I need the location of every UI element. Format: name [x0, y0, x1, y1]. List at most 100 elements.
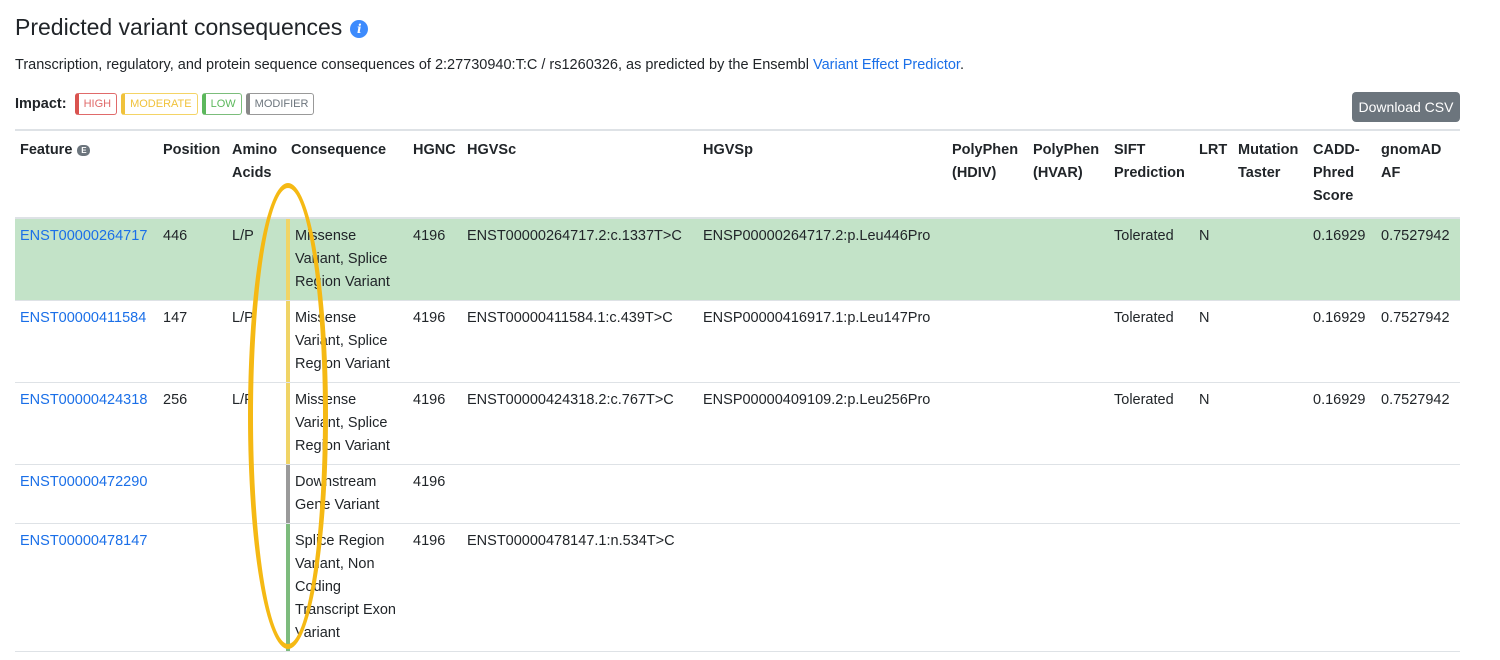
cadd-cell	[1308, 523, 1376, 652]
impact-bar	[286, 383, 290, 464]
description-suffix: .	[959, 57, 964, 73]
hgnc-cell: 4196	[408, 218, 462, 301]
gnomad-af-cell	[1376, 464, 1460, 524]
vep-link[interactable]: Variant Effect Predictor	[813, 57, 960, 73]
polyphen-hdiv-cell	[947, 464, 1028, 524]
consequence-text: Missense Variant, Splice Region Variant	[295, 228, 390, 290]
cadd-cell	[1308, 464, 1376, 524]
hgvsp-cell	[698, 523, 947, 652]
amino-acids-cell: L/P	[227, 300, 286, 383]
consequence-cell: Splice Region Variant, Non Coding Transc…	[286, 523, 408, 652]
ensembl-badge-icon: E	[77, 144, 91, 156]
amino-acids-cell	[227, 464, 286, 524]
cadd-cell: 0.16929	[1308, 382, 1376, 465]
column-header[interactable]: HGNC	[408, 129, 462, 219]
column-header[interactable]: gnomAD AF	[1376, 129, 1460, 219]
feature-link[interactable]: ENST00000472290	[20, 474, 147, 490]
position-cell	[158, 523, 227, 652]
amino-acids-cell	[227, 523, 286, 652]
info-icon[interactable]: i	[350, 20, 369, 38]
mutation-taster-cell	[1233, 464, 1308, 524]
hgnc-cell: 4196	[408, 300, 462, 383]
consequences-table: Feature E Position Amino Acids Consequenc…	[15, 129, 1460, 652]
table-row: ENST00000472290 Downstream Gene Variant 41…	[15, 464, 1460, 524]
table-row: ENST00000424318 256 L/P Missense Variant, S…	[15, 382, 1460, 465]
polyphen-hdiv-cell	[947, 382, 1028, 465]
consequence-cell: Missense Variant, Splice Region Variant	[286, 382, 408, 465]
table-row: ENST00000411584 147 L/P Missense Variant, S…	[15, 300, 1460, 383]
title-row: Predicted variant consequences i	[15, 14, 369, 41]
hgnc-cell: 4196	[408, 382, 462, 465]
column-header[interactable]: LRT	[1194, 129, 1233, 219]
lrt-cell: N	[1194, 300, 1233, 383]
amino-acids-cell: L/P	[227, 382, 286, 465]
amino-acids-cell: L/P	[227, 218, 286, 301]
column-header[interactable]: Position	[158, 129, 227, 219]
consequence-cell: Missense Variant, Splice Region Variant	[286, 218, 408, 301]
lrt-cell	[1194, 523, 1233, 652]
hgvsc-cell: ENST00000424318.2:c.767T>C	[462, 382, 698, 465]
polyphen-hvar-cell	[1028, 464, 1109, 524]
sift-cell	[1109, 464, 1194, 524]
column-header[interactable]: HGVSp	[698, 129, 947, 219]
impact-label: Impact:	[15, 96, 67, 112]
polyphen-hvar-cell	[1028, 218, 1109, 301]
sift-cell: Tolerated	[1109, 300, 1194, 383]
feature-link[interactable]: ENST00000411584	[20, 310, 146, 326]
mutation-taster-cell	[1233, 300, 1308, 383]
column-header[interactable]: Feature E	[15, 129, 158, 219]
feature-link[interactable]: ENST00000424318	[20, 392, 147, 408]
impact-bar	[286, 524, 290, 651]
feature-cell: ENST00000424318	[15, 382, 158, 465]
hgvsp-cell	[698, 464, 947, 524]
mutation-taster-cell	[1233, 218, 1308, 301]
hgvsc-cell: ENST00000264717.2:c.1337T>C	[462, 218, 698, 301]
gnomad-af-cell: 0.7527942	[1376, 300, 1460, 383]
column-header[interactable]: Consequence	[286, 129, 408, 219]
polyphen-hvar-cell	[1028, 382, 1109, 465]
column-header[interactable]: Amino Acids	[227, 129, 286, 219]
hgvsp-cell: ENSP00000409109.2:p.Leu256Pro	[698, 382, 947, 465]
feature-cell: ENST00000264717	[15, 218, 158, 301]
impact-bar	[286, 465, 290, 523]
polyphen-hdiv-cell	[947, 218, 1028, 301]
column-header[interactable]: CADD-Phred Score	[1308, 129, 1376, 219]
gnomad-af-cell: 0.7527942	[1376, 218, 1460, 301]
table-row: ENST00000264717 446 L/P Missense Variant, S…	[15, 218, 1460, 301]
feature-cell: ENST00000411584	[15, 300, 158, 383]
column-header[interactable]: Mutation Taster	[1233, 129, 1308, 219]
impact-bar	[286, 219, 290, 300]
feature-link[interactable]: ENST00000264717	[20, 228, 147, 244]
feature-cell: ENST00000472290	[15, 464, 158, 524]
sift-cell	[1109, 523, 1194, 652]
column-header[interactable]: PolyPhen (HDIV)	[947, 129, 1028, 219]
impact-badge-moderate: MODERATE	[121, 93, 198, 115]
impact-badge-modifier: MODIFIER	[245, 93, 315, 115]
sift-cell: Tolerated	[1109, 218, 1194, 301]
column-header[interactable]: SIFT Prediction	[1109, 129, 1194, 219]
polyphen-hvar-cell	[1028, 523, 1109, 652]
feature-link[interactable]: ENST00000478147	[20, 533, 147, 549]
consequence-cell: Missense Variant, Splice Region Variant	[286, 300, 408, 383]
impact-bar	[286, 301, 290, 382]
hgvsp-cell: ENSP00000264717.2:p.Leu446Pro	[698, 218, 947, 301]
feature-cell: ENST00000478147	[15, 523, 158, 652]
impact-badge-high: HIGH	[74, 93, 118, 115]
column-header[interactable]: PolyPhen (HVAR)	[1028, 129, 1109, 219]
impact-legend: Impact: HIGH MODERATE LOW MODIFIER	[15, 93, 318, 115]
position-cell	[158, 464, 227, 524]
column-header[interactable]: HGVSc	[462, 129, 698, 219]
hgvsc-cell: ENST00000411584.1:c.439T>C	[462, 300, 698, 383]
download-csv-button[interactable]: Download CSV	[1352, 92, 1460, 122]
table-header-row: Feature E Position Amino Acids Consequenc…	[15, 129, 1460, 219]
position-cell: 256	[158, 382, 227, 465]
cadd-cell: 0.16929	[1308, 300, 1376, 383]
hgvsp-cell: ENSP00000416917.1:p.Leu147Pro	[698, 300, 947, 383]
polyphen-hdiv-cell	[947, 300, 1028, 383]
position-cell: 446	[158, 218, 227, 301]
impact-badge-low: LOW	[201, 93, 242, 115]
consequence-text: Splice Region Variant, Non Coding Transc…	[295, 533, 396, 641]
polyphen-hdiv-cell	[947, 523, 1028, 652]
consequence-text: Missense Variant, Splice Region Variant	[295, 392, 390, 454]
page-title: Predicted variant consequences	[15, 14, 343, 40]
